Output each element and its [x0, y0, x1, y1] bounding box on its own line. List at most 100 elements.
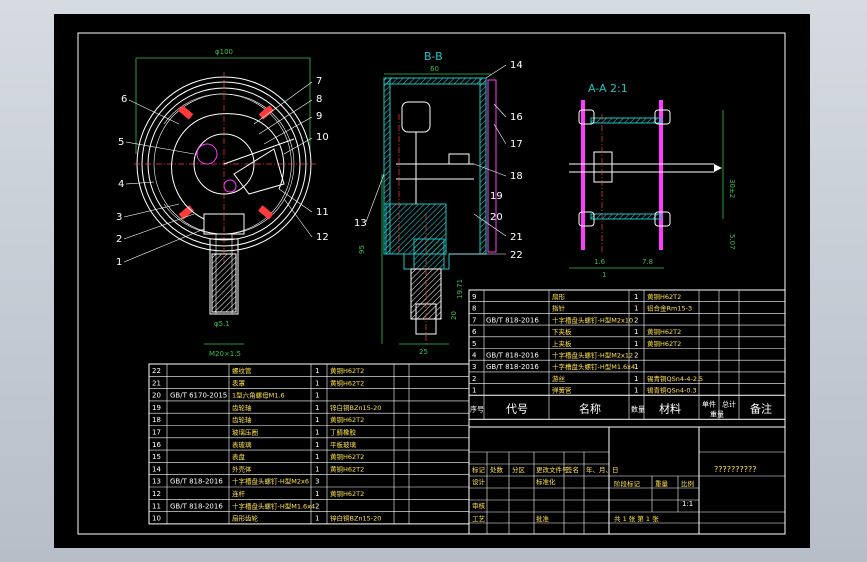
balloon-12: 12	[316, 232, 329, 243]
tb-scale-value: 1:1	[682, 500, 693, 508]
bom-right-name: 十字槽盘头螺钉-H型M2x12	[552, 351, 633, 360]
bom-left-qty: 1	[315, 367, 319, 375]
bom-right-name: 下夹板	[552, 327, 572, 336]
bom-left-material: 黄铜H62T2	[330, 464, 364, 473]
bom-right-no: 7	[472, 316, 476, 324]
bom-right-material: 铝合金Rm15-3	[647, 304, 692, 313]
bom-right-material: 锡青铜QSn4-0.3	[647, 386, 697, 395]
aa-dim-bottom3: 1	[602, 271, 606, 279]
bom-left-name: 齿轮轴	[232, 403, 252, 412]
front-dim-thread: M20×1.5	[209, 350, 241, 358]
bom-left-no: 12	[152, 490, 161, 498]
bom-right-qty: 1	[634, 363, 638, 371]
bom-left-no: 19	[152, 404, 161, 412]
bom-right-no: 5	[472, 340, 476, 348]
aa-dim-right2: 5.07	[728, 234, 736, 250]
balloon-4: 4	[118, 179, 124, 190]
bom-right-code: GB/T 818-2016	[486, 316, 539, 324]
bom-left-qty: 2	[315, 502, 319, 510]
bom-left-qty: 3	[315, 478, 319, 486]
bom-left-no: 15	[152, 453, 161, 461]
bom-left-material: 黄铜H62T2	[330, 366, 364, 375]
bom-left-no: 16	[152, 441, 161, 449]
bom-left-name: 外壳体	[232, 464, 252, 473]
bom-right-name: 扇形	[552, 292, 566, 301]
bom-left-no: 22	[152, 367, 161, 375]
bom-right-no: 6	[472, 328, 477, 336]
balloon-20: 20	[490, 212, 503, 223]
bom-right-no: 8	[472, 305, 476, 313]
bb-dim-right1: 19.71	[456, 279, 464, 299]
section-aa: A-A 2:1 30±2 5.07 7.8 1.6 1	[569, 82, 736, 279]
balloon-7: 7	[316, 76, 322, 87]
bom-right-no: 1	[472, 387, 476, 395]
bom-left-no: 18	[152, 416, 161, 424]
tb-zone: 分区	[512, 465, 526, 474]
balloon-13: 13	[354, 218, 367, 229]
bb-title: B-B	[424, 50, 443, 63]
bom-right-qty: 2	[634, 352, 638, 360]
bom-left-qty: 1	[315, 453, 319, 461]
bom-right-name: 游丝	[552, 374, 566, 383]
tb-count: 处数	[490, 465, 504, 474]
bom-right: 9 扇形 1 黄铜H62T2 8 指针 1 铝合金Rm15-3 7 GB/T 818-2016 十字…	[468, 289, 786, 420]
bom-header-code: 代号	[506, 402, 528, 415]
bom-right-code: GB/T 818-2016	[486, 363, 539, 371]
bom-left-qty: 1	[315, 515, 319, 523]
bom-left-qty: 1	[315, 379, 319, 387]
bom-right-qty: 1	[634, 387, 638, 395]
bom-left-name: 表玻璃	[232, 440, 252, 449]
balloon-17: 17	[510, 139, 523, 150]
bom-right-qty: 1	[634, 328, 638, 336]
bom-right-qty: 1	[634, 340, 638, 348]
bom-left-name: 表盘	[232, 452, 246, 461]
bom-right-name: 十字槽盘头螺钉-H型M2x10	[552, 315, 633, 324]
balloon-10: 10	[316, 132, 329, 143]
tb-process: 工艺	[472, 515, 486, 523]
bom-left-qty: 1	[315, 392, 319, 400]
bom-header-material: 材料	[659, 401, 681, 415]
bom-left-name: 1型六角螺母M1.6	[232, 391, 285, 400]
balloon-16: 16	[510, 112, 523, 123]
tb-doc: 更改文件号	[536, 465, 569, 474]
balloon-21: 21	[510, 232, 523, 243]
bom-header-qty: 数量	[631, 404, 645, 413]
title-block: 标记 处数 分区 更改文件号 签名 年、月、日 设计 标准化 阶段标记 重量 比…	[468, 426, 786, 535]
bom-left-code: GB/T 6170-2015	[170, 392, 227, 400]
tb-weight: 重量	[655, 480, 669, 488]
bom-left-qty: 1	[315, 490, 319, 498]
tb-approve: 批准	[536, 514, 550, 523]
bom-left-material: 锌白铜BZn15-20	[330, 403, 381, 412]
tb-scale: 比例	[681, 479, 694, 488]
bom-left-code: GB/T 818-2016	[170, 502, 223, 510]
bom-right-no: 4	[472, 352, 477, 360]
bom-left-name: 齿轮轴	[232, 415, 252, 424]
bom-left-name: 玻璃压圈	[232, 428, 258, 437]
balloon-6: 6	[121, 94, 127, 105]
tb-standard: 标准化	[536, 477, 556, 486]
bb-dim-right2: 20	[450, 311, 458, 320]
bom-left-qty: 1	[315, 416, 319, 424]
front-view: φ100 φ5.1 M20×1.5 6 5 4 3 2 1 7 8 9 10 1…	[116, 48, 329, 358]
bom-left-qty: 1	[315, 441, 319, 449]
bb-dim-bottom: 25	[419, 348, 428, 356]
bom-right-material: 锡青铜QSn4-4-2.5	[647, 374, 703, 383]
bom-right-name: 指针	[552, 304, 566, 313]
balloon-22: 22	[510, 250, 523, 261]
balloon-2: 2	[116, 234, 122, 245]
bb-dim-left: 95	[358, 245, 366, 254]
bom-left-material: 黄铜H62T2	[330, 489, 364, 498]
balloon-11: 11	[316, 207, 329, 218]
balloon-3: 3	[116, 212, 122, 223]
cad-drawing: φ100 φ5.1 M20×1.5 6 5 4 3 2 1 7 8 9 10 1…	[77, 32, 786, 535]
bom-right-name: 弹簧管	[552, 386, 572, 395]
tb-drawing-name: ??????????	[714, 465, 756, 474]
bom-right-name: 上夹板	[552, 339, 572, 348]
tb-mark: 标记	[472, 465, 486, 474]
bom-left-qty: 1	[315, 465, 319, 473]
aa-title: A-A 2:1	[588, 82, 628, 95]
balloon-8: 8	[316, 94, 322, 105]
tb-date: 年、月、日	[586, 465, 619, 474]
tb-sign: 签名	[566, 465, 579, 474]
bom-right-no: 9	[472, 293, 476, 301]
